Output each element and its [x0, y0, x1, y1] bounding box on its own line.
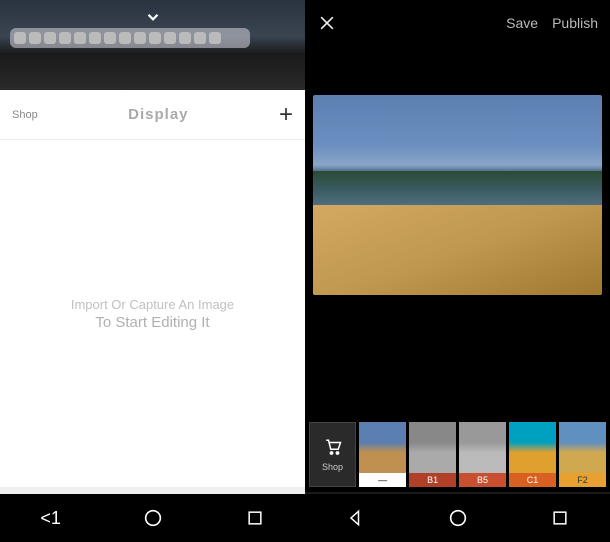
filter-c1[interactable]: C1	[509, 422, 556, 487]
filter-label: F2	[559, 473, 606, 487]
filter-thumb-image	[459, 422, 506, 473]
chevron-down-icon[interactable]	[144, 8, 162, 26]
filter-thumb-image	[559, 422, 606, 473]
publish-button[interactable]: Publish	[552, 15, 598, 31]
filter-label: —	[359, 473, 406, 487]
filter-b5[interactable]: B5	[459, 422, 506, 487]
close-button[interactable]	[317, 13, 337, 33]
filter-thumb-image	[409, 422, 456, 473]
home-button[interactable]	[447, 507, 469, 529]
editing-image[interactable]	[313, 95, 602, 295]
empty-prompt-line1: Import Or Capture An Image	[71, 297, 234, 312]
android-nav-bar-right	[305, 494, 610, 542]
recent-button[interactable]	[550, 508, 570, 528]
library-panel: Shop Display + Import Or Capture An Imag…	[0, 0, 305, 542]
empty-prompt-line2: To Start Editing It	[95, 314, 209, 331]
filter-thumb-image	[509, 422, 556, 473]
page-title[interactable]: Display	[38, 106, 279, 123]
filter-label: B1	[409, 473, 456, 487]
recent-button[interactable]	[245, 508, 265, 528]
save-button[interactable]: Save	[506, 15, 538, 31]
filter-shop-label: Shop	[322, 462, 343, 472]
filter-label: C1	[509, 473, 556, 487]
shop-link[interactable]: Shop	[12, 109, 38, 121]
home-button[interactable]	[142, 507, 164, 529]
back-button[interactable]: <1	[40, 508, 61, 529]
background-photo	[0, 0, 305, 90]
filter-strip: Shop — B1 B5 C1 F2	[305, 417, 610, 492]
empty-state[interactable]: Import Or Capture An Image To Start Edit…	[0, 140, 305, 487]
filter-shop-button[interactable]: Shop	[309, 422, 356, 487]
back-button[interactable]	[346, 508, 366, 528]
library-header: Shop Display +	[0, 90, 305, 140]
filter-thumb-image	[359, 422, 406, 473]
editor-panel: Save Publish Shop — B1 B5	[305, 0, 610, 542]
macos-dock	[10, 28, 250, 48]
cart-icon	[323, 438, 343, 456]
editor-header: Save Publish	[305, 0, 610, 45]
filter-f2[interactable]: F2	[559, 422, 606, 487]
filter-label: B5	[459, 473, 506, 487]
add-button[interactable]: +	[279, 101, 293, 129]
filter-b1[interactable]: B1	[409, 422, 456, 487]
android-nav-bar-left: <1	[0, 494, 305, 542]
filter-none[interactable]: —	[359, 422, 406, 487]
